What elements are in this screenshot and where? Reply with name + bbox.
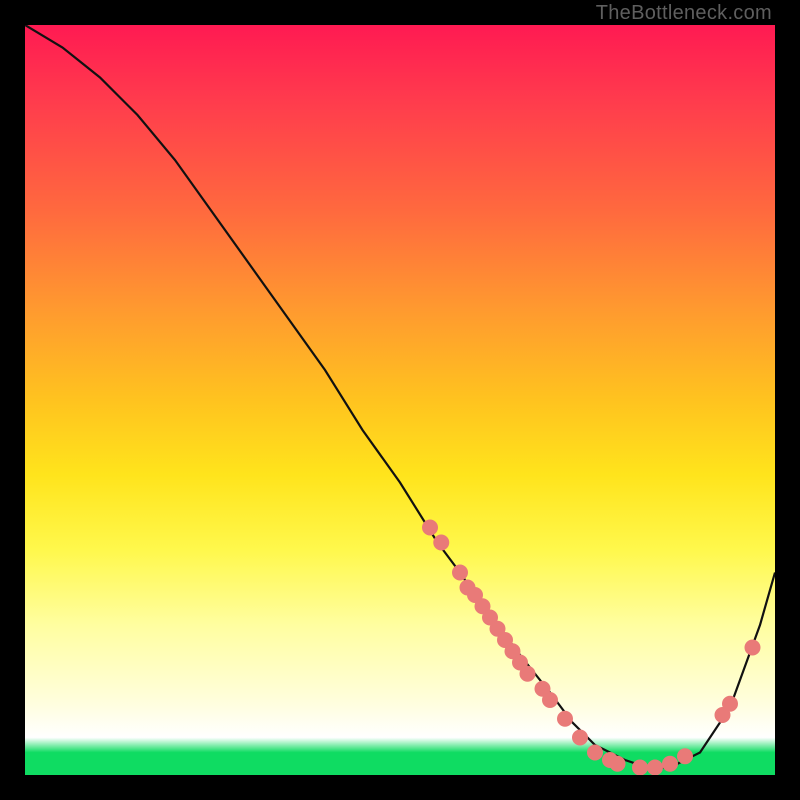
bottleneck-curve xyxy=(25,25,775,768)
data-point xyxy=(588,745,603,760)
data-point xyxy=(663,756,678,771)
data-point xyxy=(434,535,449,550)
chart-frame: TheBottleneck.com xyxy=(0,0,800,800)
data-point xyxy=(648,760,663,775)
data-point xyxy=(543,693,558,708)
data-point xyxy=(723,696,738,711)
data-point xyxy=(573,730,588,745)
data-point xyxy=(520,666,535,681)
data-point xyxy=(423,520,438,535)
plot-area xyxy=(25,25,775,775)
data-point xyxy=(558,711,573,726)
data-point xyxy=(678,749,693,764)
data-point xyxy=(610,756,625,771)
data-point xyxy=(453,565,468,580)
data-point xyxy=(633,760,648,775)
watermark-text: TheBottleneck.com xyxy=(596,2,772,25)
chart-svg xyxy=(25,25,775,775)
data-point xyxy=(745,640,760,655)
